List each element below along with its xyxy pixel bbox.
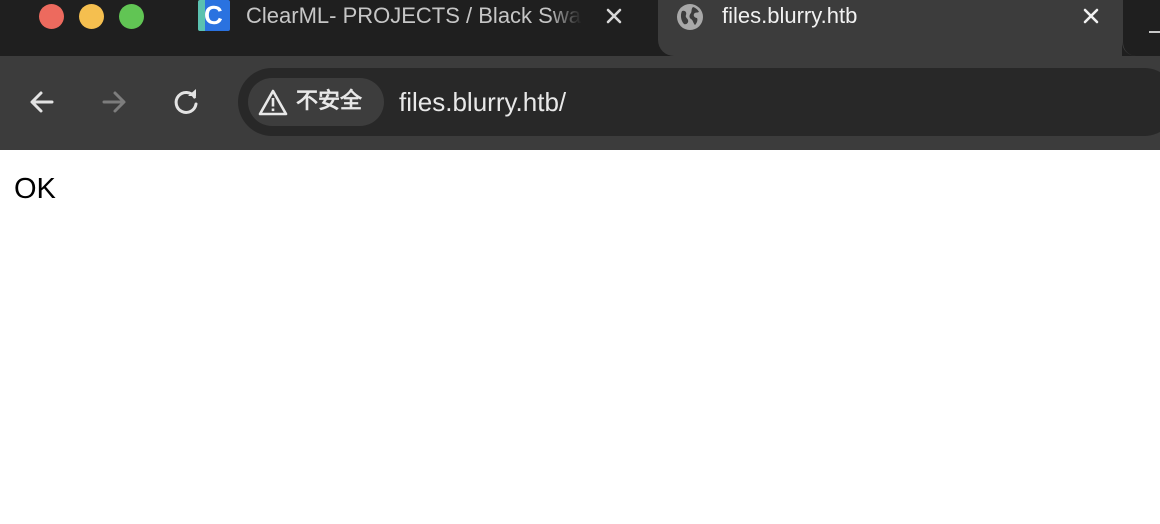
- back-arrow-icon[interactable]: [26, 86, 58, 118]
- warning-icon: [258, 89, 288, 116]
- tab-title: files.blurry.htb: [722, 3, 858, 28]
- tab-title: ClearML- PROJECTS / Black Swan: [246, 3, 582, 28]
- page-content: OK: [0, 150, 1160, 524]
- window-maximize-button[interactable]: [119, 4, 144, 29]
- forward-arrow-icon[interactable]: [98, 86, 130, 118]
- tab-strip: C ClearML- PROJECTS / Black Swan files.b…: [0, 0, 1160, 56]
- plus-icon: [1149, 31, 1160, 33]
- clearml-logo-icon: C: [198, 0, 230, 31]
- security-label: 不安全: [296, 89, 363, 114]
- globe-icon: [677, 4, 703, 30]
- tab-clearml-projects[interactable]: C ClearML- PROJECTS / Black Swan: [186, 0, 642, 56]
- new-tab-button[interactable]: [1122, 0, 1160, 56]
- address-bar[interactable]: 不安全 files.blurry.htb/: [238, 68, 1160, 136]
- reload-icon[interactable]: [170, 86, 202, 118]
- window-minimize-button[interactable]: [79, 4, 104, 29]
- page-body-text: OK: [14, 173, 56, 205]
- close-icon[interactable]: [1080, 5, 1102, 27]
- window-close-button[interactable]: [39, 4, 64, 29]
- close-icon[interactable]: [603, 5, 625, 27]
- tab-files-blurry[interactable]: files.blurry.htb: [658, 0, 1122, 56]
- url-text[interactable]: files.blurry.htb/: [399, 86, 566, 118]
- security-indicator[interactable]: 不安全: [248, 78, 384, 126]
- browser-toolbar: 不安全 files.blurry.htb/: [0, 56, 1160, 150]
